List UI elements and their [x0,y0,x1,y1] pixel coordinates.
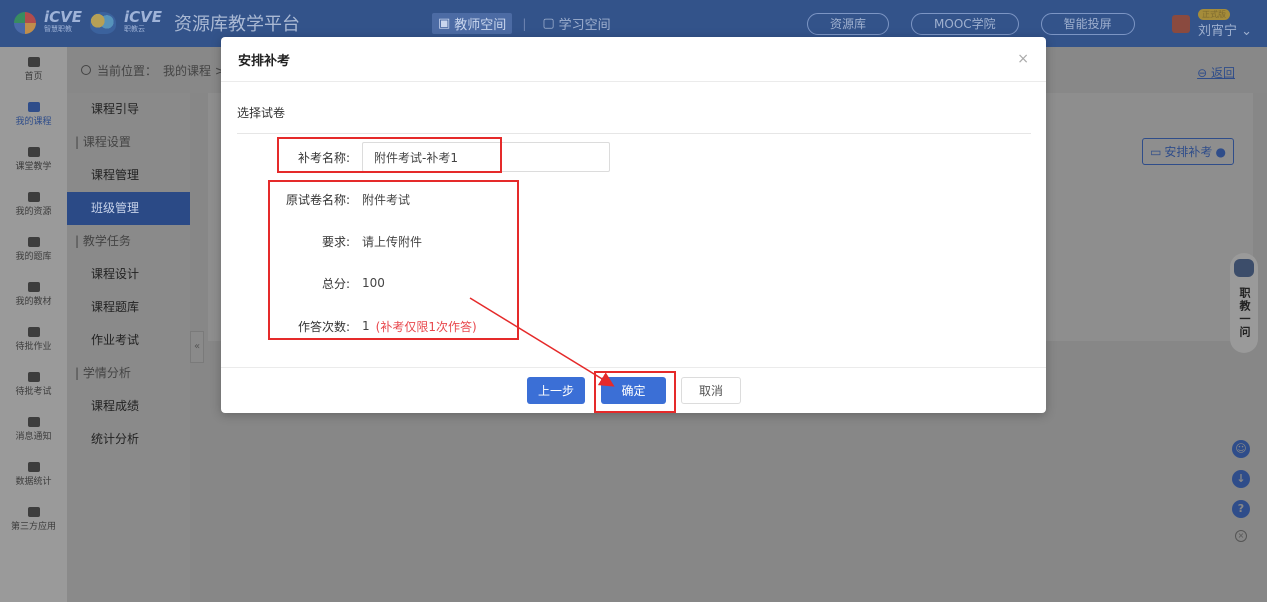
arrange-makeup-button[interactable]: ▭ 安排补考 ● [1142,138,1234,165]
section-label: 选择试卷 [237,106,286,120]
back-link[interactable]: ⊖ 返回 [1197,64,1235,81]
subnav-course-guide[interactable]: 课程引导 [67,93,190,126]
avatar [1172,15,1190,33]
user-name: 刘宵宁 ⌄ [1198,24,1253,39]
subnav-course-design[interactable]: 课程设计 [67,258,190,291]
cloud-logo-icon [90,12,117,34]
close-icon[interactable]: × [1235,530,1247,542]
previous-step-button[interactable]: 上一步 [527,377,585,404]
question-bank-icon [27,237,40,247]
breadcrumb: 当前位置： 我的课程 > 主 [81,62,241,79]
assistant-widget[interactable]: 职教一问 [1230,253,1258,353]
study-icon: ▢ [542,16,555,31]
subnav-course-grades[interactable]: 课程成绩 [67,390,190,423]
location-icon [81,65,91,75]
cancel-button[interactable]: 取消 [681,377,741,404]
help-icon: ● [1215,144,1226,159]
textbook-icon [27,282,40,292]
download-icon[interactable]: ↓ [1232,470,1250,488]
nav-my-resources[interactable]: 我的资源 [0,182,67,227]
subnav-group-teaching-tasks: | 教学任务 [75,234,131,248]
nav-textbooks[interactable]: 我的教材 [0,272,67,317]
nav-classroom[interactable]: 课堂教学 [0,137,67,182]
annotation-box-makeup-name [277,137,502,173]
nav-my-courses[interactable]: 我的课程 [0,92,67,137]
calendar-icon: ▭ [1150,144,1162,159]
message-icon [27,417,40,427]
tab-study-space[interactable]: ▢ 学习空间 [536,13,616,34]
dialog-header: 安排补考 [221,37,1046,82]
platform-title: 资源库教学平台 [174,14,301,35]
left-nav: 首页 我的课程 课堂教学 我的资源 我的题库 我的教材 待批作业 待批考试 消息… [0,47,67,602]
user-info: 正式版 刘宵宁 ⌄ [1198,9,1252,39]
help-icon[interactable]: ? [1232,500,1250,518]
nav-home[interactable]: 首页 [0,47,67,92]
logo-zhihui: iCVE 智慧职教 [44,8,83,34]
home-icon [27,57,40,67]
nav-messages[interactable]: 消息通知 [0,407,67,452]
section-divider [237,133,1031,134]
subnav-statistics[interactable]: 统计分析 [67,423,190,456]
smart-cast-link[interactable]: 智能投屏 [1040,13,1135,35]
tab-separator: | [522,16,527,31]
subnav-group-learning-analysis: | 学情分析 [75,366,131,380]
nav-third-party[interactable]: 第三方应用 [0,497,67,542]
icve-logo-icon [14,12,36,34]
collapse-sidebar-button[interactable]: « [190,331,204,363]
logo-zhijiaoyun: iCVE 职教云 [124,8,163,34]
nav-pending-exams[interactable]: 待批考试 [0,362,67,407]
annotation-box-confirm [594,371,676,413]
customer-service-icon[interactable]: ☺ [1232,440,1250,458]
nav-question-bank[interactable]: 我的题库 [0,227,67,272]
annotation-box-exam-info [268,180,519,340]
subnav-course-management[interactable]: 课程管理 [67,159,190,192]
tab-teacher-space[interactable]: ▣ 教师空间 [432,13,513,34]
chart-icon [27,462,40,472]
robot-icon [1234,259,1254,277]
edition-badge: 正式版 [1198,9,1230,20]
back-icon: ⊖ [1197,66,1211,80]
library-icon [27,192,40,202]
user-menu[interactable]: 正式版 刘宵宁 ⌄ [1172,9,1252,39]
floating-tools: ☺ ↓ ? × [1232,440,1250,542]
play-icon [27,147,40,157]
subnav-group-course-settings: | 课程设置 [75,135,131,149]
subnav-class-management[interactable]: 班级管理 [67,192,190,225]
homework-icon [27,327,40,337]
teacher-icon: ▣ [438,16,451,31]
subnav-homework-exams[interactable]: 作业考试 [67,324,190,357]
logo-area[interactable]: iCVE 智慧职教 iCVE 职教云 资源库教学平台 [14,8,300,38]
resource-library-link[interactable]: 资源库 [807,13,890,35]
assistant-label: 职教一问 [1238,287,1251,339]
subnav-course-question-bank[interactable]: 课程题库 [67,291,190,324]
apps-icon [27,507,40,517]
mooc-link[interactable]: MOOC学院 [911,13,1019,35]
double-chevron-left-icon: « [193,341,201,352]
nav-pending-homework[interactable]: 待批作业 [0,317,67,362]
book-icon [27,102,40,112]
top-pill-links: 资源库 MOOC学院 智能投屏 [807,13,1135,35]
space-tabs: ▣ 教师空间 | ▢ 学习空间 [432,13,617,34]
dialog-title: 安排补考 [238,53,291,69]
course-subnav: 课程引导 | 课程设置 课程管理 班级管理 | 教学任务 课程设计 课程题库 作… [67,93,190,602]
nav-statistics[interactable]: 数据统计 [0,452,67,497]
dialog-close-button[interactable]: × [1017,52,1029,66]
exam-icon [27,372,40,382]
